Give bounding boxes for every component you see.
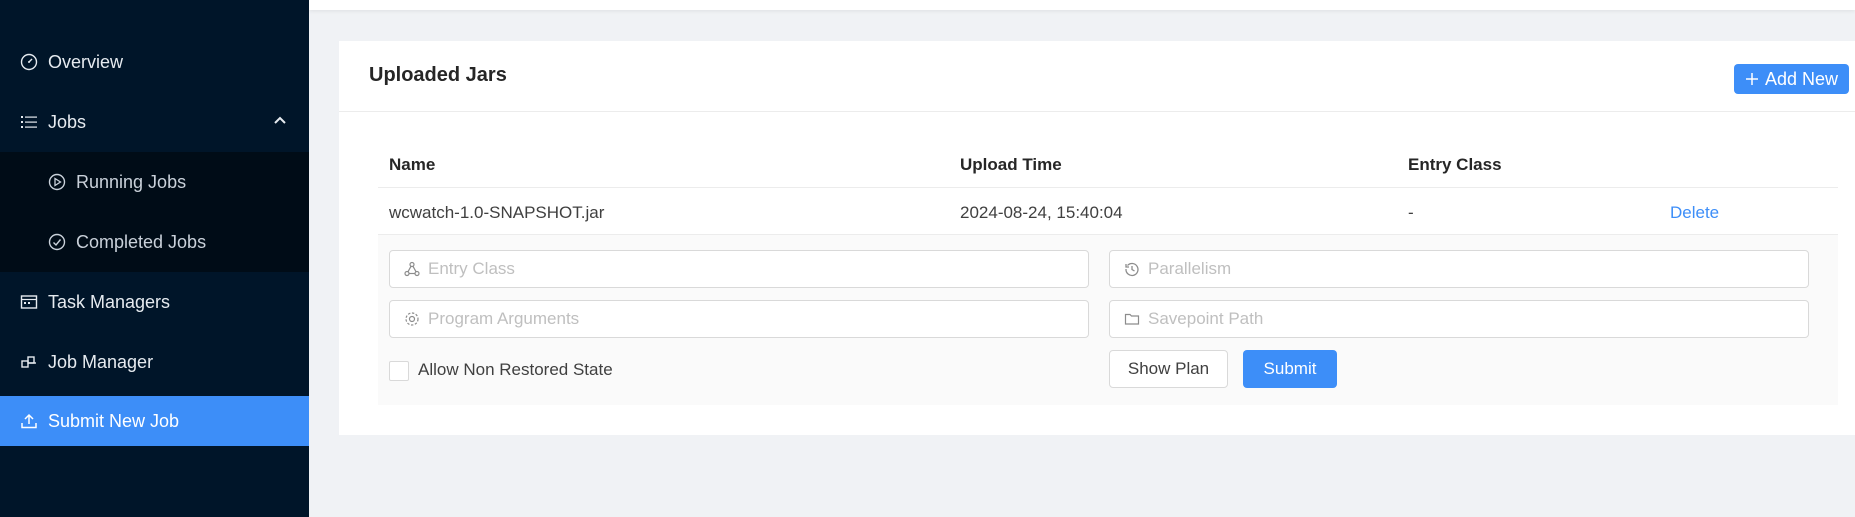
chevron-up-icon[interactable] bbox=[273, 113, 287, 127]
column-header-entry-class[interactable]: Entry Class bbox=[1408, 155, 1502, 175]
entry-class-input[interactable]: Entry Class bbox=[389, 250, 1089, 288]
savepoint-path-input[interactable]: Savepoint Path bbox=[1109, 300, 1809, 338]
history-icon bbox=[1124, 261, 1140, 277]
sidebar-item-label: Jobs bbox=[48, 111, 87, 132]
sidebar-item-running-jobs[interactable]: Running Jobs bbox=[0, 152, 309, 212]
column-header-upload-time[interactable]: Upload Time bbox=[960, 155, 1062, 175]
allow-non-restored-checkbox[interactable] bbox=[389, 361, 409, 381]
program-arguments-input[interactable]: Program Arguments bbox=[389, 300, 1089, 338]
card-header: Uploaded Jars Add New bbox=[339, 41, 1855, 112]
sidebar-item-task-managers[interactable]: Task Managers bbox=[0, 272, 309, 332]
play-circle-icon bbox=[48, 173, 66, 191]
sidebar-item-job-manager[interactable]: Job Manager bbox=[0, 332, 309, 392]
jar-name: wcwatch-1.0-SNAPSHOT.jar bbox=[389, 203, 605, 222]
schedule-icon bbox=[20, 293, 38, 311]
entry-class-placeholder: Entry Class bbox=[428, 259, 515, 278]
card-title: Uploaded Jars bbox=[369, 64, 507, 86]
parallelism-input[interactable]: Parallelism bbox=[1109, 250, 1809, 288]
plus-icon bbox=[1745, 72, 1759, 86]
show-plan-button[interactable]: Show Plan bbox=[1109, 350, 1228, 388]
parallelism-placeholder: Parallelism bbox=[1148, 259, 1232, 278]
top-bar bbox=[309, 0, 1855, 10]
sidebar-item-completed-jobs[interactable]: Completed Jobs bbox=[0, 212, 309, 272]
sidebar-item-label: Submit New Job bbox=[48, 410, 180, 431]
upload-icon bbox=[20, 412, 38, 430]
column-header-name[interactable]: Name bbox=[389, 155, 435, 175]
sidebar-item-jobs[interactable]: Jobs bbox=[0, 92, 309, 152]
sidebar-item-label: Overview bbox=[48, 51, 124, 72]
savepoint-path-placeholder: Savepoint Path bbox=[1148, 309, 1264, 328]
submit-button[interactable]: Submit bbox=[1243, 350, 1337, 388]
dashboard-icon bbox=[20, 53, 38, 71]
header-divider bbox=[378, 187, 1838, 188]
folder-icon bbox=[1124, 311, 1140, 327]
sidebar-item-label: Running Jobs bbox=[76, 171, 187, 192]
add-new-label: Add New bbox=[1764, 68, 1839, 89]
entry-class-value: - bbox=[1408, 203, 1414, 222]
sidebar-item-label: Job Manager bbox=[48, 351, 154, 372]
sidebar: Overview Jobs Running Jobs Completed Job… bbox=[0, 0, 309, 517]
sidebar-item-label: Completed Jobs bbox=[76, 231, 207, 252]
check-circle-icon bbox=[48, 233, 66, 251]
add-new-button[interactable]: Add New bbox=[1734, 64, 1849, 94]
allow-non-restored-label[interactable]: Allow Non Restored State bbox=[418, 360, 613, 380]
delete-link[interactable]: Delete bbox=[1670, 203, 1719, 223]
program-arguments-placeholder: Program Arguments bbox=[428, 309, 580, 328]
list-icon bbox=[20, 113, 38, 131]
build-icon bbox=[20, 353, 38, 371]
sidebar-item-label: Task Managers bbox=[48, 291, 171, 312]
cluster-icon bbox=[404, 261, 420, 277]
gear-icon bbox=[404, 311, 420, 327]
sidebar-item-overview[interactable]: Overview bbox=[0, 32, 309, 92]
upload-time: 2024-08-24, 15:40:04 bbox=[960, 203, 1123, 222]
sidebar-item-submit-new-job[interactable]: Submit New Job bbox=[0, 396, 309, 446]
